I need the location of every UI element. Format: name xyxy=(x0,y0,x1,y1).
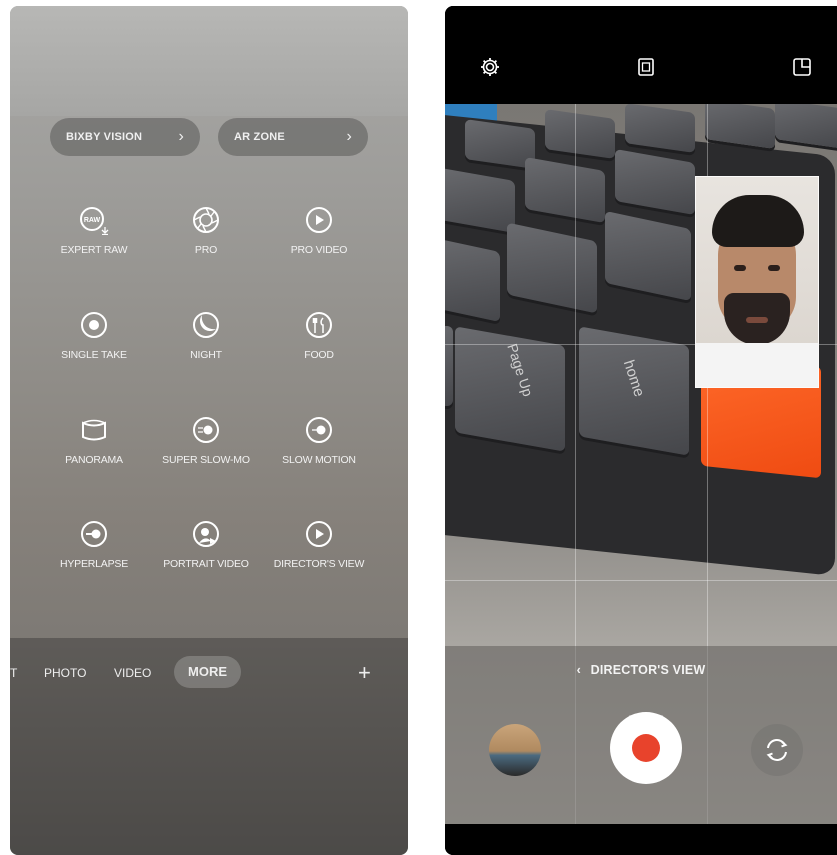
pip-mouth xyxy=(746,317,768,323)
tab-partial[interactable]: T xyxy=(10,666,17,680)
mode-label: HYPERLAPSE xyxy=(59,558,129,570)
chevron-right-icon: › xyxy=(178,128,184,145)
chevron-right-icon: › xyxy=(346,128,352,145)
keycap xyxy=(775,104,837,149)
mode-pro-video[interactable]: PRO VIDEO xyxy=(260,205,378,256)
add-mode-button[interactable]: + xyxy=(358,660,371,686)
mode-directors-view[interactable]: DIRECTOR'S VIEW xyxy=(260,519,378,570)
pip-shirt xyxy=(696,343,818,387)
layout-split-icon[interactable] xyxy=(791,56,813,78)
raw-icon: RAW xyxy=(80,207,109,235)
tab-video[interactable]: VIDEO xyxy=(114,666,151,680)
hyperlapse-icon xyxy=(81,521,107,547)
record-dot-icon xyxy=(632,734,660,762)
ar-zone-label: AR ZONE xyxy=(234,131,285,143)
pip-eye xyxy=(734,265,746,271)
mode-label: NIGHT xyxy=(190,349,222,361)
single-take-icon xyxy=(81,312,107,338)
mode-label: SINGLE TAKE xyxy=(61,349,127,361)
mode-slow-motion[interactable]: SLOW MOTION xyxy=(260,415,378,466)
mode-portrait-video[interactable]: PORTRAIT VIDEO xyxy=(147,519,265,570)
fork-knife-icon xyxy=(306,312,332,338)
panorama-icon xyxy=(82,419,106,441)
camera-top-bar xyxy=(445,6,837,104)
mode-panorama[interactable]: PANORAMA xyxy=(35,415,153,466)
mode-label: PORTRAIT VIDEO xyxy=(163,558,249,570)
more-modes-screen: BIXBY VISION › AR ZONE › RAW EXPERT RAW … xyxy=(10,6,408,855)
grid-line xyxy=(445,580,837,581)
mode-expert-raw[interactable]: RAW EXPERT RAW xyxy=(35,205,153,256)
tab-more[interactable]: MORE xyxy=(174,656,241,688)
directors-view-icon xyxy=(306,521,332,547)
switch-camera-icon xyxy=(766,739,788,761)
mode-tabs: T PHOTO VIDEO MORE + xyxy=(10,656,408,690)
mode-label: FOOD xyxy=(304,349,334,361)
mode-super-slow-mo[interactable]: SUPER SLOW-MO xyxy=(147,415,265,466)
slow-motion-icon xyxy=(306,417,332,443)
directors-view-mode-button[interactable]: ‹ DIRECTOR'S VIEW xyxy=(445,663,837,677)
chevron-left-icon: ‹ xyxy=(576,663,581,677)
mode-label: SLOW MOTION xyxy=(282,454,356,466)
pip-hair xyxy=(712,195,804,247)
mode-single-take[interactable]: SINGLE TAKE xyxy=(35,310,153,361)
mode-food[interactable]: FOOD xyxy=(260,310,378,361)
switch-camera-button[interactable] xyxy=(751,724,803,776)
svg-text:RAW: RAW xyxy=(84,217,101,224)
mode-title: DIRECTOR'S VIEW xyxy=(590,663,706,677)
mode-label: PRO VIDEO xyxy=(290,244,348,256)
keycap xyxy=(445,326,453,406)
play-circle-icon xyxy=(306,207,332,233)
ar-zone-button[interactable]: AR ZONE › xyxy=(218,118,368,156)
mode-label: SUPER SLOW-MO xyxy=(162,454,250,466)
super-slow-mo-icon xyxy=(193,417,219,443)
keycap xyxy=(705,104,775,149)
bottom-black-bar xyxy=(445,824,837,855)
mode-label: DIRECTOR'S VIEW xyxy=(273,558,365,570)
moon-icon xyxy=(193,312,219,338)
tab-photo[interactable]: PHOTO xyxy=(44,666,86,680)
aspect-ratio-icon[interactable] xyxy=(635,56,657,78)
mode-hyperlapse[interactable]: HYPERLAPSE xyxy=(35,519,153,570)
portrait-video-icon xyxy=(193,521,219,547)
mode-label: PANORAMA xyxy=(65,454,123,466)
aperture-icon xyxy=(193,207,219,233)
settings-gear-icon[interactable] xyxy=(479,56,501,78)
mode-night[interactable]: NIGHT xyxy=(147,310,265,361)
mode-pro[interactable]: PRO xyxy=(147,205,265,256)
bixby-vision-label: BIXBY VISION xyxy=(66,131,143,143)
gallery-thumbnail[interactable] xyxy=(489,724,541,776)
mode-label: PRO xyxy=(194,244,218,256)
mode-label: EXPERT RAW xyxy=(60,244,128,256)
bixby-vision-button[interactable]: BIXBY VISION › xyxy=(50,118,200,156)
record-button[interactable] xyxy=(610,712,682,784)
camera-preview-blurred xyxy=(10,6,408,116)
directors-view-screen: Page Up home ‹ DIRECTOR'S VIEW xyxy=(445,6,837,855)
front-camera-pip[interactable] xyxy=(695,176,819,388)
pip-eye xyxy=(768,265,780,271)
